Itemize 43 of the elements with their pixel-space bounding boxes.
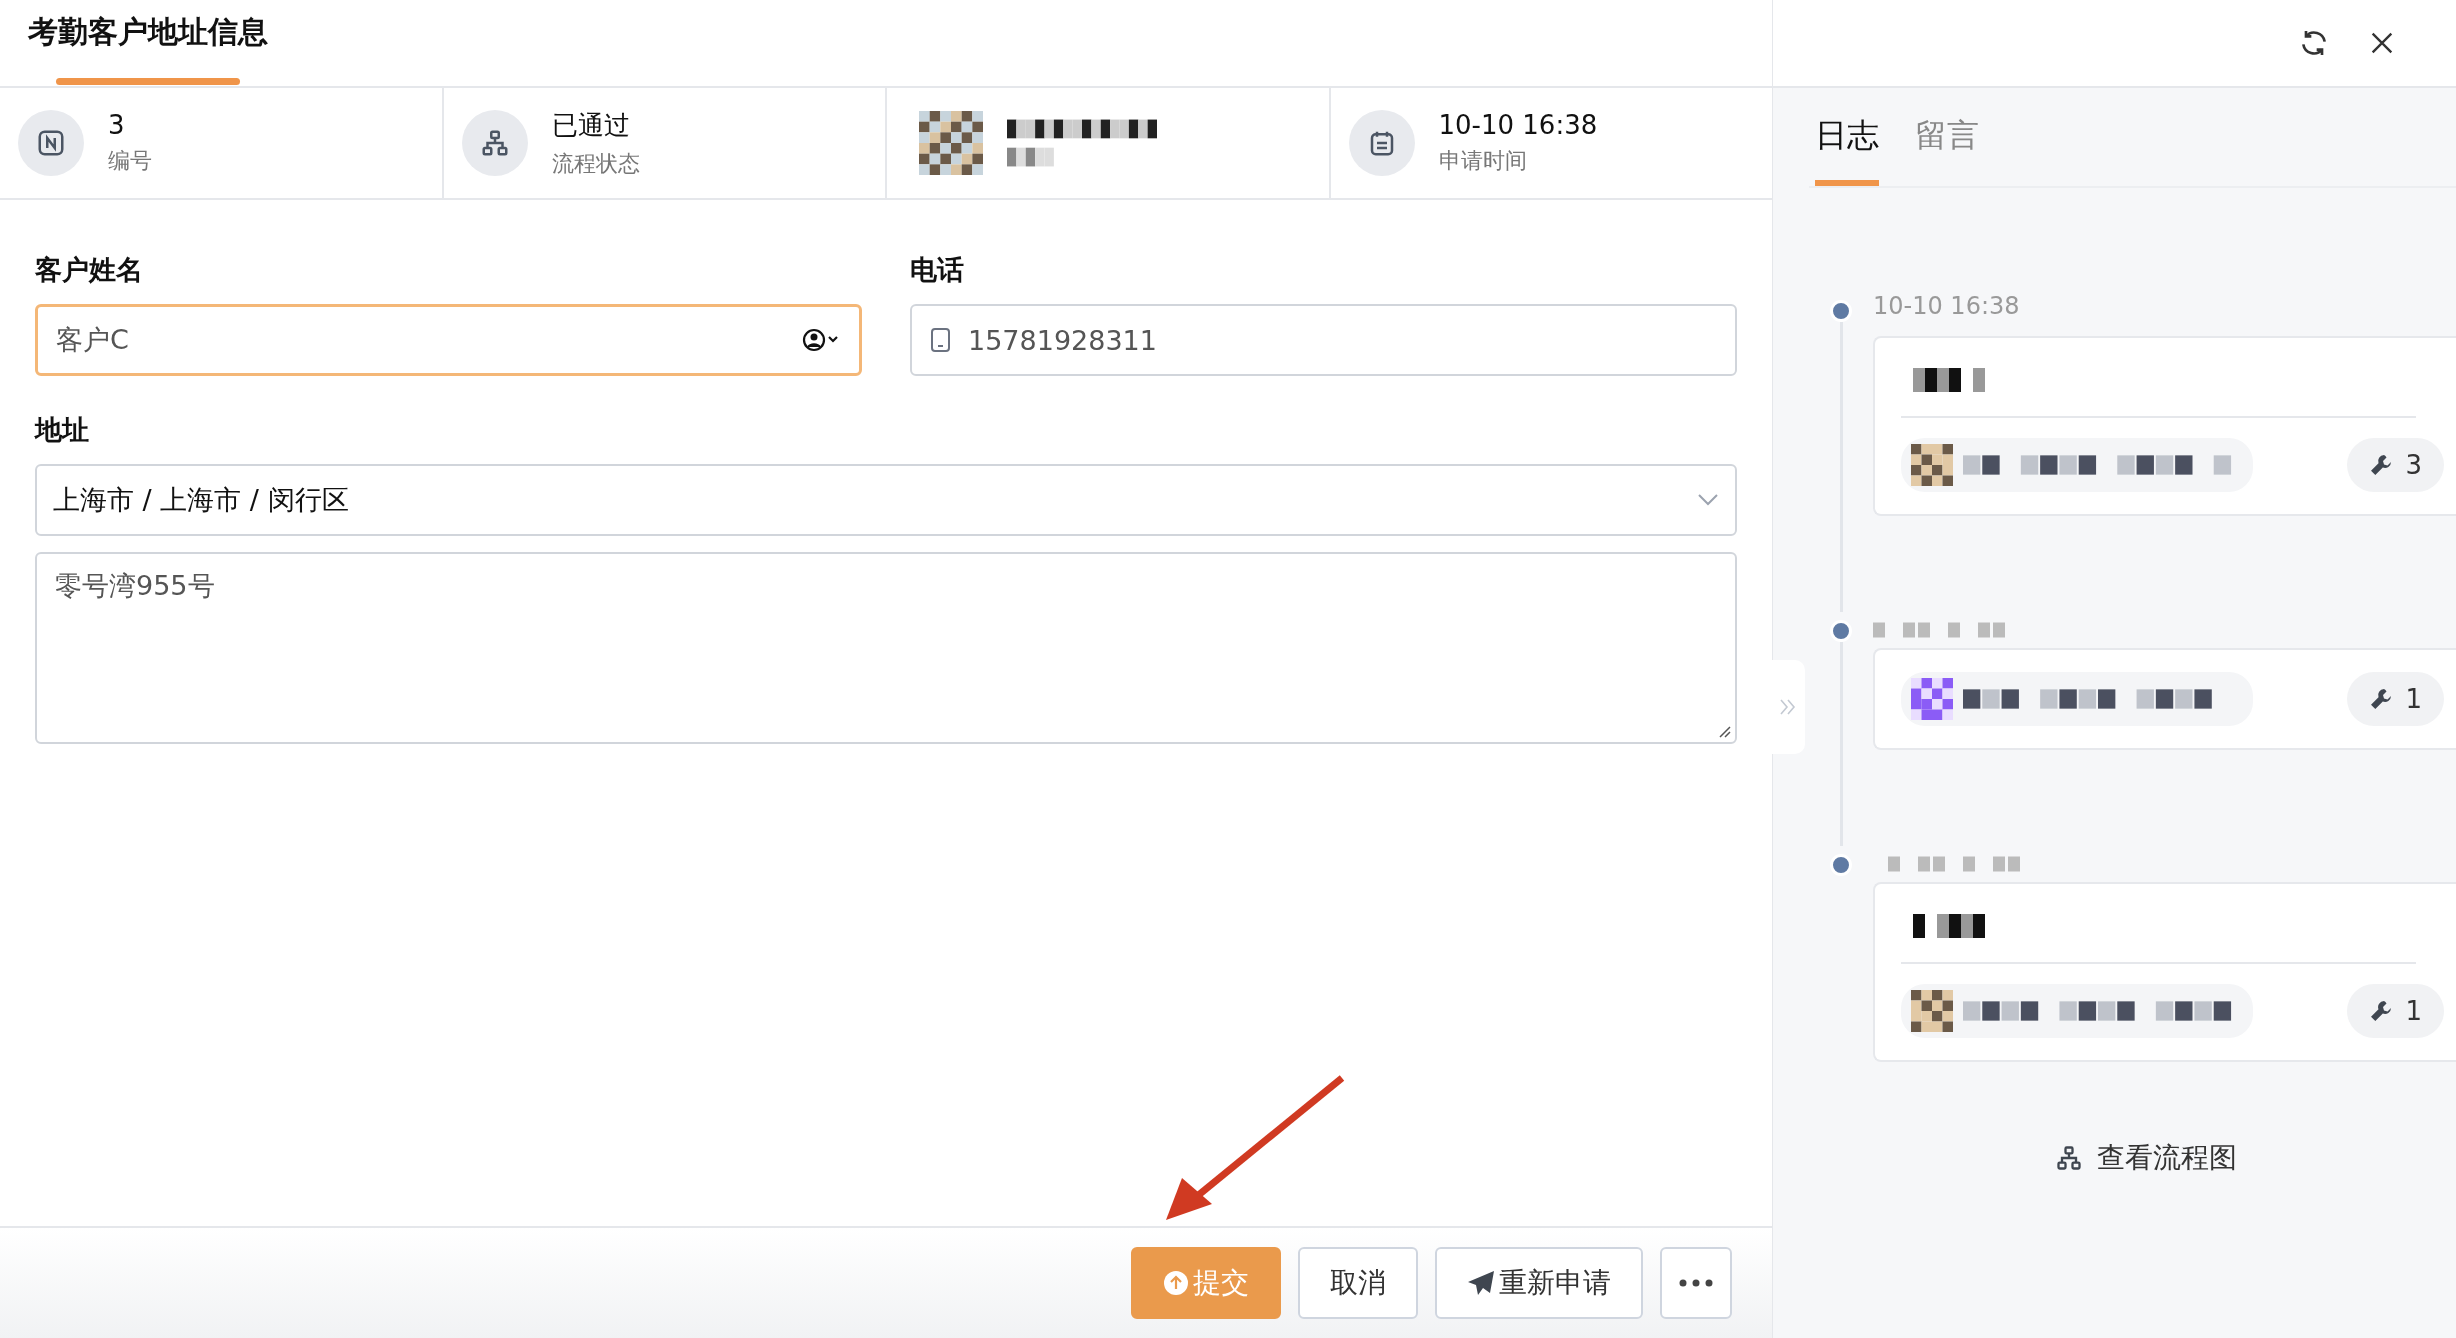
upload-icon <box>1163 1270 1189 1296</box>
wrench-icon <box>2369 687 2394 711</box>
more-button[interactable] <box>1660 1247 1732 1319</box>
phone-icon <box>930 327 952 353</box>
double-chevron-icon <box>1778 697 1798 717</box>
field-label: 客户姓名 <box>35 253 143 287</box>
phone-field[interactable]: 15781928311 <box>910 304 1737 376</box>
panel-tab[interactable]: 日志 <box>1815 88 1879 186</box>
cancel-button[interactable]: 取消 <box>1298 1247 1418 1319</box>
field-label: 地址 <box>35 413 89 447</box>
customer-select[interactable]: 客户C <box>35 304 862 376</box>
reapply-button[interactable]: 重新申请 <box>1435 1247 1643 1319</box>
resize-handle-icon <box>1717 724 1731 738</box>
info-label: 申请时间 <box>1438 147 1528 175</box>
user-dropdown-icon <box>801 327 841 353</box>
user-avatar <box>919 111 983 175</box>
field-label: 电话 <box>910 253 964 287</box>
user-avatar <box>1911 444 1953 486</box>
user-avatar <box>1911 990 1953 1032</box>
region-select[interactable]: 上海市 / 上海市 / 闵行区 <box>35 464 1737 536</box>
info-value: 已通过 <box>551 108 631 142</box>
window-title: 考勤客户地址信息 <box>28 13 268 51</box>
wrench-icon <box>2369 453 2394 477</box>
chevron-down-icon <box>1697 493 1719 507</box>
tool-count-badge: 1 <box>2347 672 2444 726</box>
info-label: 流程状态 <box>551 149 640 178</box>
wrench-icon <box>2369 999 2394 1023</box>
tool-count-badge: 3 <box>2347 438 2444 492</box>
view-flowchart-link[interactable]: 查看流程图 <box>2049 1138 2243 1178</box>
info-value: 10-10 16:38 <box>1438 110 1598 140</box>
log-time: 10-10 16:38 <box>1873 292 2021 322</box>
tool-count-badge: 1 <box>2347 984 2444 1038</box>
info-value: 3 <box>108 110 126 140</box>
flowchart-icon <box>2055 1144 2083 1172</box>
collapse-handle[interactable] <box>1771 660 1805 754</box>
timeline-dot <box>1830 620 1852 642</box>
send-icon <box>1467 1270 1495 1296</box>
timeline-dot <box>1830 854 1852 876</box>
info-label: 编号 <box>108 147 152 175</box>
address-textarea[interactable]: 零号湾955号 <box>35 552 1737 744</box>
more-icon <box>1679 1279 1713 1287</box>
timeline-dot <box>1830 300 1852 322</box>
user-avatar <box>1911 678 1953 720</box>
